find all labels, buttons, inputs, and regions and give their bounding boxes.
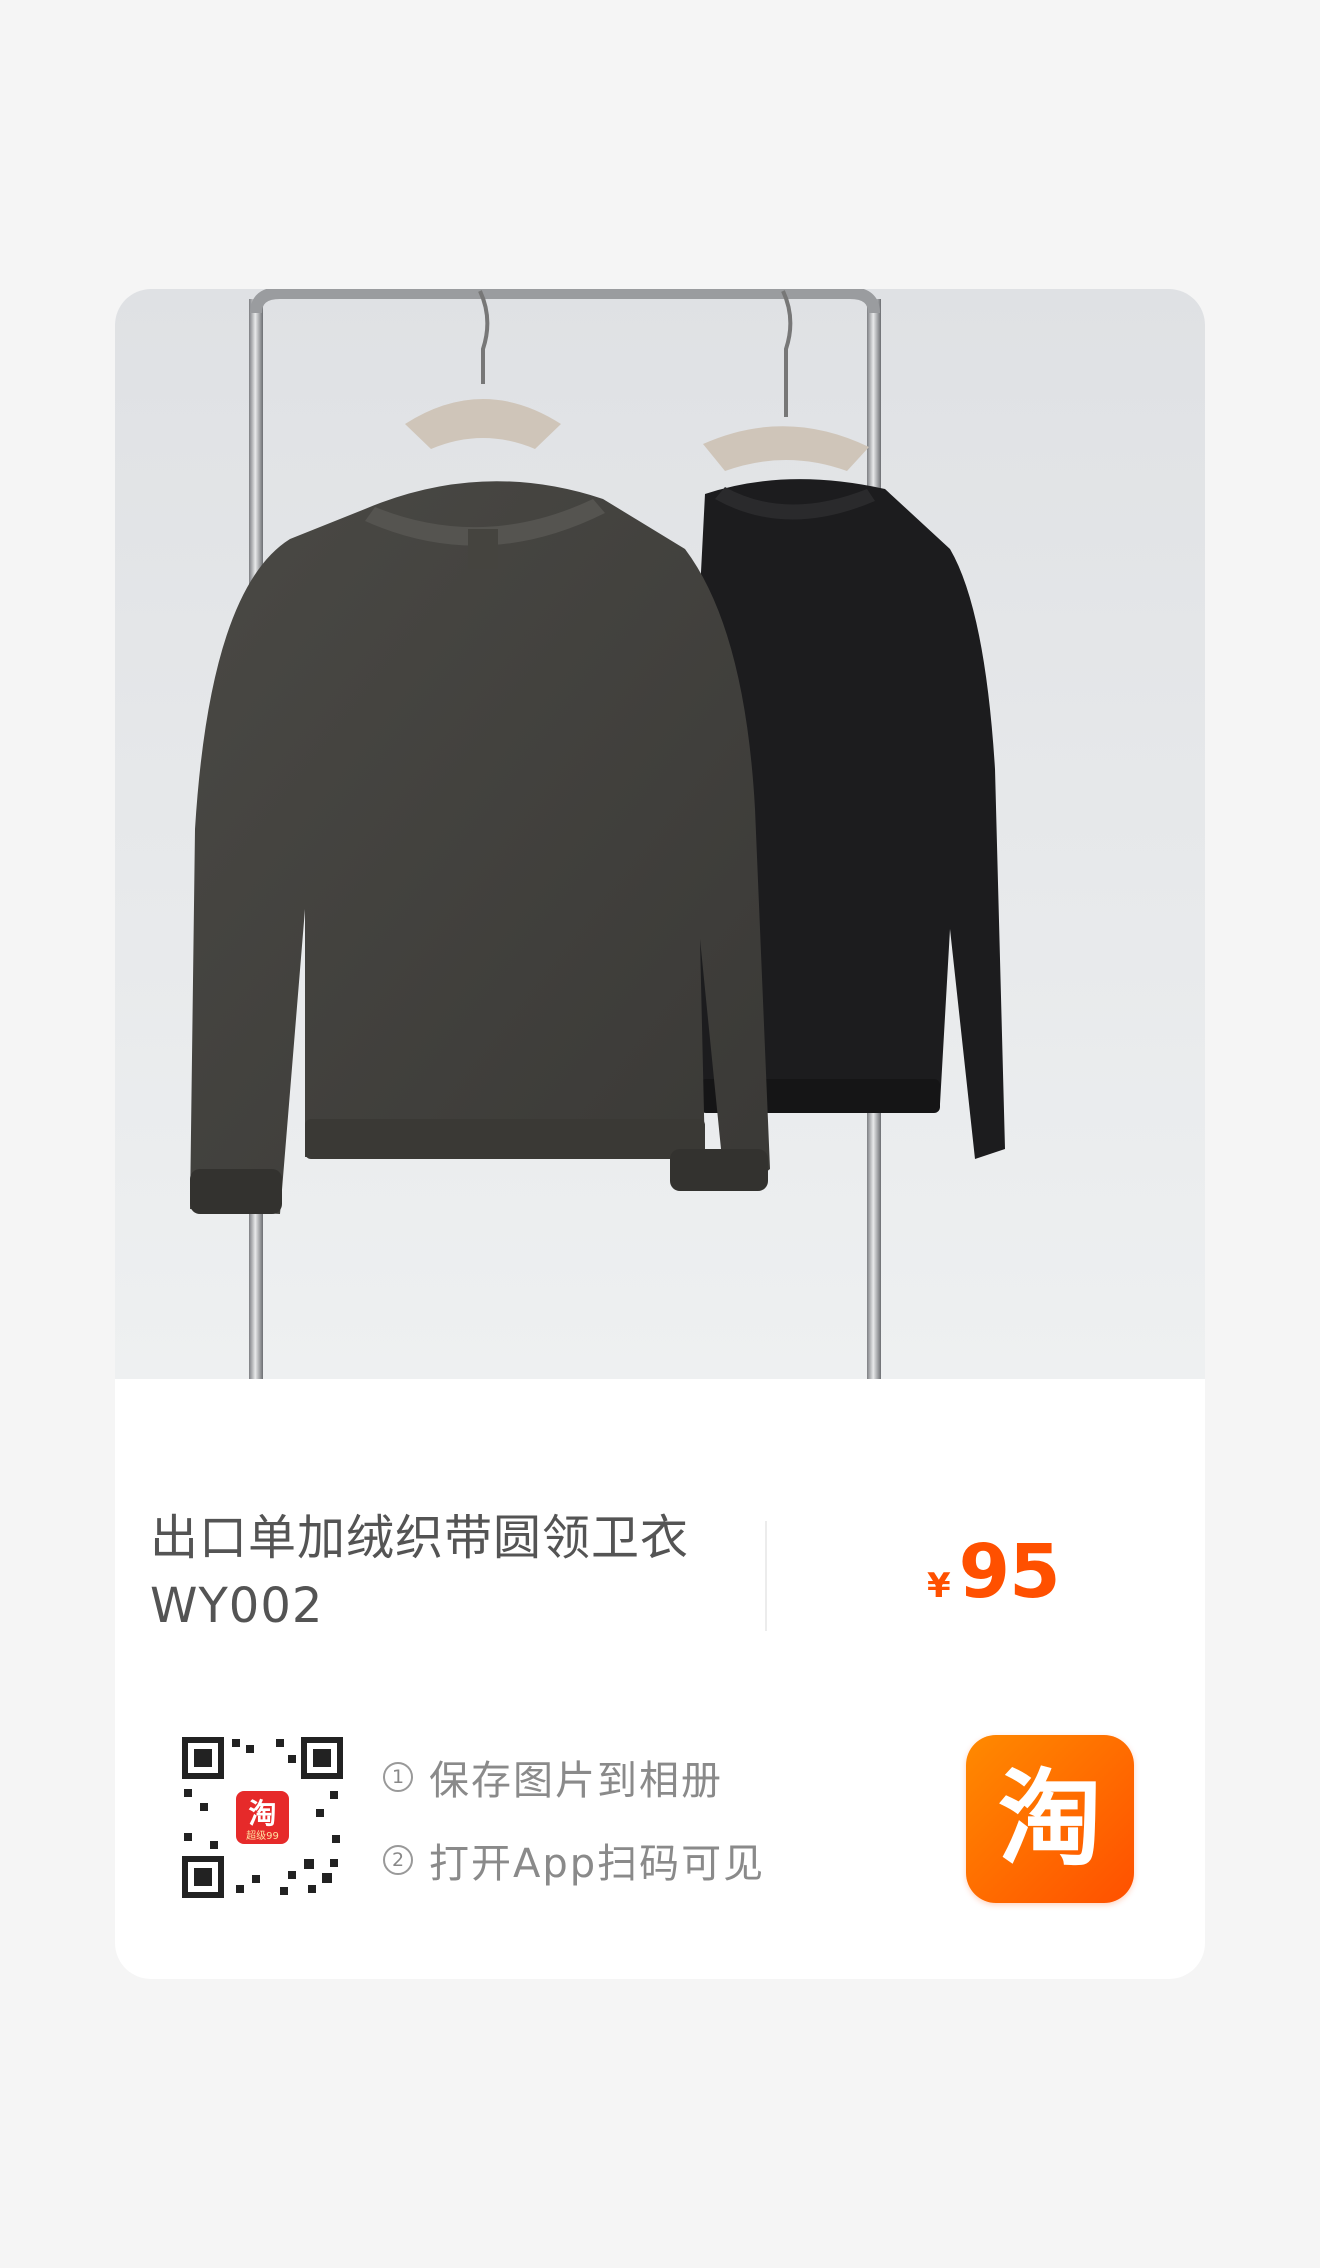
instructions: 1 保存图片到相册 2 打开App扫码可见 — [383, 1749, 765, 1915]
product-title[interactable]: 出口单加绒织带圆领卫衣 WY002 — [150, 1504, 790, 1640]
qr-badge-glyph: 淘 — [248, 1797, 276, 1830]
instruction-step-1: 1 保存图片到相册 — [383, 1749, 765, 1805]
title-line-2: WY002 — [150, 1578, 324, 1634]
taobao-logo-icon[interactable]: 淘 — [966, 1735, 1134, 1903]
step-number: 1 — [383, 1762, 413, 1792]
sweatshirt-gray — [190, 481, 770, 1214]
title-line-1: 出口单加绒织带圆领卫衣 — [150, 1510, 690, 1566]
step-text: 打开App扫码可见 — [429, 1841, 766, 1887]
instruction-step-2: 2 打开App扫码可见 — [383, 1832, 765, 1888]
price: ¥ 95 — [927, 1529, 1061, 1619]
qr-badge-caption: 超级99 — [246, 1829, 279, 1842]
taobao-logo-glyph: 淘 — [997, 1758, 1102, 1880]
price-value: 95 — [958, 1529, 1061, 1615]
qr-code[interactable]: 淘 超级99 — [180, 1735, 345, 1900]
step-text: 保存图片到相册 — [429, 1758, 723, 1804]
product-photo[interactable] — [115, 289, 1205, 1379]
currency-symbol: ¥ — [927, 1566, 951, 1606]
divider — [765, 1521, 767, 1631]
step-number: 2 — [383, 1845, 413, 1875]
share-card: 出口单加绒织带圆领卫衣 WY002 ¥ 95 淘 超级99 1 保存图片到相册 … — [115, 289, 1205, 1979]
